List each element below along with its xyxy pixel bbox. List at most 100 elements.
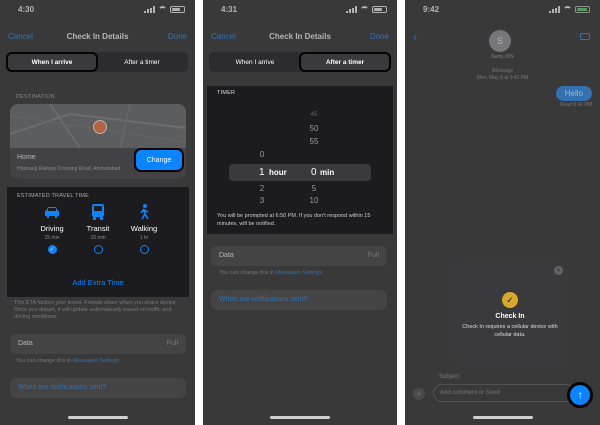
home-indicator[interactable] [270, 416, 330, 419]
add-extra-time-button[interactable]: Add Extra Time [7, 278, 189, 287]
travel-note: This ETA factors your travel. Friends sh… [14, 300, 178, 320]
signal-icon [346, 6, 357, 13]
place-address: Hirabaug Railway Crossing Road, Ahmedaba… [17, 166, 121, 172]
minute-option[interactable]: 5 [304, 184, 324, 193]
tab-after-a-timer[interactable]: After a timer [98, 54, 186, 70]
destination-section-label: DESTINATION [16, 94, 55, 100]
data-label: Data [18, 340, 33, 347]
plus-icon[interactable]: + [413, 388, 425, 400]
hour-selected[interactable]: 1 [259, 167, 265, 178]
check-in-type-segmented-control: When I arrive After a timer [6, 52, 188, 72]
done-button[interactable]: Done [370, 32, 389, 41]
done-button[interactable]: Done [168, 32, 187, 41]
data-value: Full [367, 252, 379, 259]
walk-icon [121, 203, 167, 221]
place-name: Home [17, 154, 36, 161]
travel-mode-transit[interactable]: Transit 15 min [75, 203, 121, 254]
mode-name: Walking [130, 224, 158, 233]
messages-settings-link[interactable]: Messages Settings [276, 270, 322, 276]
close-icon[interactable]: × [554, 266, 563, 275]
mode-time: 1 hr [139, 235, 149, 241]
travel-mode-driving[interactable]: Driving 15 min ✓ [29, 203, 75, 254]
radio-unselected-icon[interactable] [139, 245, 149, 254]
thread-date: Mon, May 8 at 9:41 PM [476, 75, 529, 81]
check-in-card[interactable]: × ✓ Check In Check In requires a cellula… [452, 262, 568, 368]
minute-option[interactable]: 55 [304, 137, 324, 146]
minute-option[interactable]: 10 [304, 196, 324, 205]
status-bar: 9:42 [405, 5, 600, 17]
minute-unit-label: min [320, 168, 335, 177]
notifications-info-row[interactable]: When are notifications sent? [10, 378, 186, 398]
timer-prompt-note: You will be prompted at 6:50 PM. If you … [217, 213, 371, 227]
duration-picker[interactable]: 0 1 hour 2 3 45 50 55 0 min 5 10 [207, 104, 393, 205]
mode-time: 15 min [44, 235, 60, 241]
data-value: Full [166, 340, 178, 347]
mode-name: Driving [40, 224, 64, 233]
tab-after-a-timer[interactable]: After a timer [299, 52, 391, 72]
battery-icon [372, 6, 387, 13]
tab-when-i-arrive[interactable]: When I arrive [211, 54, 299, 70]
data-hint-text: You can change this in [219, 270, 275, 276]
change-destination-button[interactable]: Change [134, 148, 184, 172]
notifications-link[interactable]: When are notifications sent? [219, 296, 307, 303]
tab-when-i-arrive[interactable]: When I arrive [6, 52, 98, 72]
navigation-bar: Cancel Check In Details Done [203, 32, 397, 46]
travel-section-label: ESTIMATED TRAVEL TIME [17, 193, 90, 199]
car-icon [29, 203, 75, 221]
hour-option[interactable]: 0 [252, 150, 272, 159]
minute-option[interactable]: 50 [304, 124, 324, 133]
thread-service-label: iMessage [491, 68, 514, 74]
estimated-travel-time-section: ESTIMATED TRAVEL TIME Driving 15 min ✓ T… [7, 187, 189, 297]
battery-icon [575, 6, 590, 13]
status-bar: 4:31 [203, 5, 397, 17]
read-receipt: Read 9:41 PM [560, 102, 592, 108]
check-in-type-segmented-control: When I arrive After a timer [209, 52, 391, 72]
messages-settings-link[interactable]: Messages Settings [73, 358, 119, 364]
data-row[interactable]: Data Full [211, 246, 387, 266]
data-hint: You can change this in Messages Settings [219, 270, 322, 277]
chevron-left-icon[interactable]: ‹ [413, 30, 417, 44]
picker-selection-bar [229, 164, 371, 181]
notifications-info-row[interactable]: When are notifications sent? [211, 290, 387, 310]
data-hint-text: You can change this in [16, 358, 72, 364]
wifi-icon [360, 6, 369, 13]
checkmark-icon: ✓ [502, 292, 518, 308]
subject-field[interactable]: Subject [439, 374, 459, 380]
radio-unselected-icon[interactable] [93, 245, 103, 254]
status-time: 4:31 [221, 5, 238, 14]
signal-icon [144, 6, 155, 13]
bus-icon [75, 203, 121, 221]
message-input[interactable]: Add comment or Send [433, 384, 575, 402]
status-time: 4:30 [18, 5, 35, 14]
page-title: Check In Details [269, 32, 331, 41]
hour-option[interactable]: 2 [252, 184, 272, 193]
data-hint: You can change this in Messages Settings [16, 358, 119, 365]
card-description: Check In requires a cellular device with… [462, 324, 558, 338]
hour-option[interactable]: 3 [252, 196, 272, 205]
status-time: 9:42 [423, 5, 440, 14]
status-bar: 4:30 [0, 5, 195, 17]
home-indicator[interactable] [67, 416, 128, 419]
home-indicator[interactable] [472, 416, 533, 419]
mode-name: Transit [86, 224, 110, 233]
contact-name[interactable]: Sumi, iOS [405, 54, 600, 60]
minute-selected[interactable]: 0 [311, 167, 317, 178]
send-button[interactable]: ↑ [567, 382, 593, 408]
phone-screen-timer: 4:31 Cancel Check In Details Done When I… [203, 0, 397, 425]
avatar[interactable]: S [489, 30, 511, 52]
message-bubble[interactable]: Hello [555, 86, 592, 101]
data-row[interactable]: Data Full [10, 334, 186, 354]
checkmark-icon[interactable]: ✓ [47, 245, 57, 254]
map-pin-icon [93, 120, 107, 134]
minute-option[interactable]: 45 [304, 112, 324, 118]
navigation-bar: Cancel Check In Details Done [0, 32, 195, 46]
phone-screen-arrive: 4:30 Cancel Check In Details Done When I… [0, 0, 195, 425]
card-title: Check In [495, 313, 525, 320]
wifi-icon [563, 6, 572, 13]
signal-icon [549, 6, 560, 13]
notifications-link[interactable]: When are notifications sent? [18, 384, 106, 391]
video-icon[interactable] [580, 33, 590, 40]
travel-mode-walking[interactable]: Walking 1 hr [121, 203, 167, 254]
map-preview [10, 104, 186, 149]
wifi-icon [158, 6, 167, 13]
